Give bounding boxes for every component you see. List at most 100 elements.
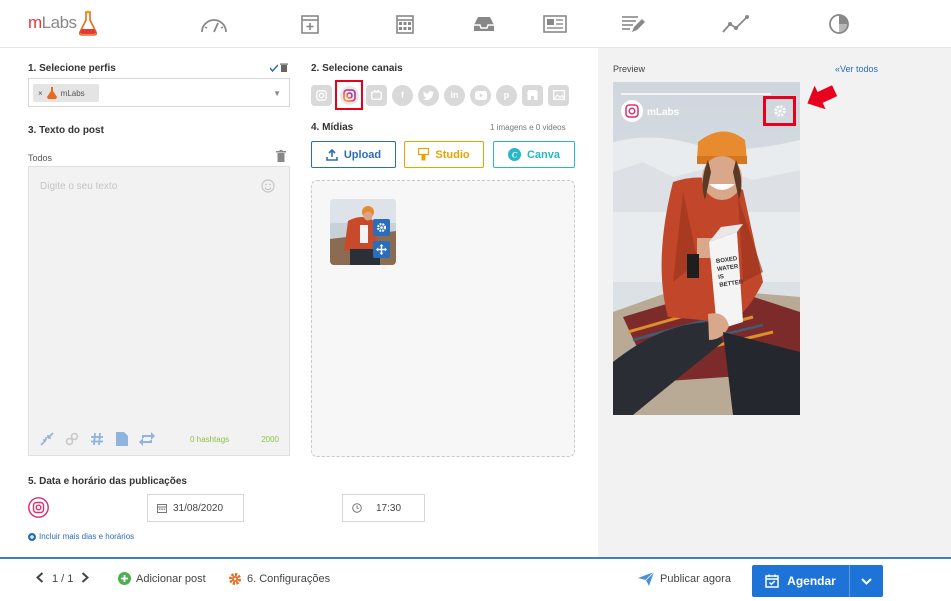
- move-icon: [376, 244, 387, 255]
- studio-button[interactable]: Studio: [404, 141, 484, 168]
- post-text-placeholder: Digite o seu texto: [40, 181, 118, 192]
- flask-icon: [46, 87, 57, 99]
- chevron-right-icon[interactable]: [81, 572, 90, 586]
- instagram-stories-channel-selected[interactable]: [335, 80, 363, 110]
- repeat-icon[interactable]: [139, 431, 155, 447]
- hashtag-icon[interactable]: [89, 431, 105, 447]
- chevron-down-icon[interactable]: ▼: [273, 89, 281, 98]
- shrink-icon[interactable]: [39, 431, 55, 447]
- see-all-link[interactable]: «Ver todos: [835, 64, 878, 74]
- instagram-stories-profile-icon: [28, 497, 49, 523]
- preview-panel: Preview «Ver todos BOXED WATER IS BETTER…: [598, 48, 951, 558]
- channels-label: 2. Selecione canais: [311, 63, 403, 74]
- facebook-icon[interactable]: f: [392, 84, 413, 106]
- post-text-area[interactable]: Digite o seu texto 0 hashtags 2000: [28, 166, 290, 456]
- clock-icon: [352, 503, 362, 513]
- story-avatar: [621, 100, 643, 122]
- emoji-icon[interactable]: [261, 179, 275, 193]
- gear-icon: [773, 105, 786, 117]
- schedule-label: Agendar: [787, 574, 836, 588]
- document-icon[interactable]: [114, 431, 130, 447]
- date-value: 31/08/2020: [173, 502, 224, 514]
- youtube-icon[interactable]: [470, 84, 491, 106]
- remove-chip-icon[interactable]: ×: [38, 89, 43, 98]
- profile-select[interactable]: × mLabs ▼: [28, 78, 290, 107]
- see-all-label: Ver todos: [840, 64, 879, 74]
- include-more-link[interactable]: Incluir mais dias e horários: [28, 532, 134, 541]
- studio-label: Studio: [435, 148, 470, 161]
- brush-icon: [418, 148, 430, 161]
- twitter-icon[interactable]: [418, 84, 439, 106]
- dashboard-icon[interactable]: [197, 10, 231, 38]
- instagram-icon: [625, 104, 639, 118]
- pinterest-icon[interactable]: p: [496, 84, 517, 106]
- news-icon[interactable]: [538, 10, 572, 38]
- story-settings-button[interactable]: [763, 96, 796, 126]
- preview-label: Preview: [613, 64, 646, 74]
- time-input[interactable]: 17:30: [342, 494, 425, 522]
- publish-now-label: Publicar agora: [660, 573, 731, 585]
- link-icon[interactable]: [64, 431, 80, 447]
- google-business-icon[interactable]: [522, 84, 543, 106]
- profile-chip[interactable]: × mLabs: [33, 84, 99, 102]
- instagram-stories-icon: [339, 85, 359, 105]
- red-arrow-annotation: [807, 85, 838, 110]
- canva-button[interactable]: C Canva: [493, 141, 575, 168]
- bottom-action-bar: 1 / 1 Adicionar post 6. Configurações Pu…: [0, 557, 951, 601]
- trash-icon[interactable]: [276, 150, 286, 162]
- add-post-button[interactable]: Adicionar post: [118, 572, 206, 585]
- media-label: 4. Mídias: [311, 122, 354, 133]
- igtv-icon[interactable]: [366, 84, 387, 106]
- inbox-icon[interactable]: [467, 10, 501, 38]
- calendar-icon[interactable]: [388, 10, 422, 38]
- time-value: 17:30: [376, 502, 402, 514]
- analytics-icon[interactable]: [718, 10, 752, 38]
- schedule-dropdown-button[interactable]: [850, 565, 883, 597]
- logo-text-labs: Labs: [41, 13, 77, 32]
- settings-button[interactable]: 6. Configurações: [228, 572, 330, 586]
- publish-now-button[interactable]: Publicar agora: [638, 572, 731, 586]
- edit-list-icon[interactable]: [616, 10, 650, 38]
- story-progress-bar: [621, 93, 771, 95]
- media-dropzone[interactable]: [311, 180, 575, 457]
- plus-circle-icon: [28, 532, 36, 541]
- canva-icon: C: [507, 148, 521, 161]
- top-navigation: mLabs: [0, 0, 951, 48]
- upload-button[interactable]: Upload: [311, 141, 396, 168]
- chevron-left-icon[interactable]: [36, 572, 44, 586]
- clear-profiles-icon[interactable]: [280, 63, 288, 72]
- gear-icon: [229, 573, 241, 585]
- char-counter: 2000: [261, 435, 279, 444]
- profiles-label: 1. Selecione perfis: [28, 63, 116, 74]
- flask-icon: [78, 10, 97, 36]
- calendar-icon: [157, 504, 167, 513]
- schedule-button[interactable]: Agendar: [752, 565, 850, 597]
- mlabs-logo[interactable]: mLabs: [28, 8, 97, 38]
- chevron-down-icon: [861, 577, 872, 585]
- post-pager: 1 / 1: [36, 572, 90, 586]
- date-input[interactable]: 31/08/2020: [147, 494, 244, 522]
- media-settings-button[interactable]: [373, 219, 390, 236]
- canva-label: Canva: [526, 148, 561, 161]
- post-editor: 1. Selecione perfis × mLabs ▼ 3. Texto d…: [0, 48, 598, 558]
- check-all-icon[interactable]: [270, 64, 278, 72]
- plus-circle-icon: [118, 572, 131, 585]
- story-account-name: mLabs: [647, 107, 680, 118]
- svg-text:IS: IS: [718, 274, 724, 281]
- paper-plane-icon: [638, 572, 654, 586]
- settings-label: 6. Configurações: [247, 573, 331, 585]
- instagram-feed-icon[interactable]: [311, 84, 332, 106]
- include-more-label: Incluir mais dias e horários: [39, 532, 135, 541]
- schedule-button-group: Agendar: [752, 565, 883, 597]
- gallery-icon[interactable]: [548, 84, 569, 106]
- media-thumbnail[interactable]: [330, 199, 396, 265]
- text-toolbar: [39, 431, 155, 447]
- text-tabs: Todos: [28, 148, 290, 168]
- profile-chip-label: mLabs: [60, 88, 85, 98]
- media-move-button[interactable]: [373, 241, 390, 258]
- calendar-add-icon[interactable]: [293, 10, 327, 38]
- linkedin-icon[interactable]: in: [444, 84, 465, 106]
- svg-text:C: C: [512, 150, 518, 159]
- pie-chart-icon[interactable]: [822, 10, 856, 38]
- upload-icon: [326, 148, 338, 161]
